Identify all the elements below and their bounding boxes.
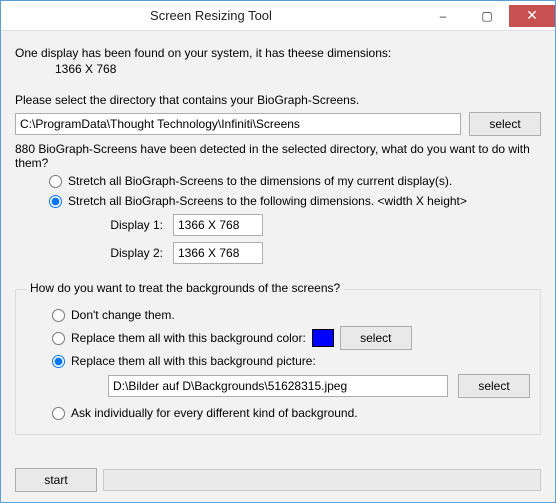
display2-row: Display 2: xyxy=(15,242,541,264)
bg-ask-label: Ask individually for every different kin… xyxy=(71,406,358,420)
bg-none-row: Don't change them. xyxy=(16,308,530,322)
bg-none-label: Don't change them. xyxy=(71,308,175,322)
minimize-button[interactable]: – xyxy=(421,5,465,27)
display2-label: Display 2: xyxy=(105,246,163,260)
bg-group-label: How do you want to treat the backgrounds… xyxy=(26,281,344,295)
close-button[interactable]: ✕ xyxy=(509,5,555,27)
display1-input[interactable] xyxy=(173,214,263,236)
dir-input[interactable] xyxy=(15,113,461,135)
window-title: Screen Resizing Tool xyxy=(1,8,421,23)
intro-line: One display has been found on your syste… xyxy=(15,46,541,60)
bg-picture-input[interactable] xyxy=(108,375,448,397)
stretch-custom-radio[interactable] xyxy=(49,195,62,208)
maximize-button[interactable]: ▢ xyxy=(465,5,509,27)
bg-picture-radio[interactable] xyxy=(52,355,65,368)
dir-row: select xyxy=(15,112,541,136)
window-buttons: – ▢ ✕ xyxy=(421,5,555,27)
bg-picture-row: Replace them all with this background pi… xyxy=(16,354,530,368)
stretch-current-label: Stretch all BioGraph-Screens to the dime… xyxy=(68,174,452,188)
display2-input[interactable] xyxy=(173,242,263,264)
bg-ask-row: Ask individually for every different kin… xyxy=(16,406,530,420)
intro-dims: 1366 X 768 xyxy=(15,62,541,76)
stretch-custom-row: Stretch all BioGraph-Screens to the foll… xyxy=(15,194,541,208)
bg-color-select-button[interactable]: select xyxy=(340,326,412,350)
dir-select-button[interactable]: select xyxy=(469,112,541,136)
bg-group: How do you want to treat the backgrounds… xyxy=(15,289,541,435)
bg-color-swatch xyxy=(312,329,334,347)
bg-color-label: Replace them all with this background co… xyxy=(71,331,306,345)
bg-color-radio[interactable] xyxy=(52,332,65,345)
stretch-current-radio[interactable] xyxy=(49,175,62,188)
bg-none-radio[interactable] xyxy=(52,309,65,322)
dir-prompt: Please select the directory that contain… xyxy=(15,93,541,107)
start-button[interactable]: start xyxy=(15,468,97,492)
client-area: One display has been found on your syste… xyxy=(1,31,555,502)
bg-color-row: Replace them all with this background co… xyxy=(16,326,530,350)
titlebar: Screen Resizing Tool – ▢ ✕ xyxy=(1,1,555,31)
bg-picture-path-row: select xyxy=(16,374,530,398)
display1-row: Display 1: xyxy=(15,214,541,236)
bg-ask-radio[interactable] xyxy=(52,407,65,420)
footer: start xyxy=(15,468,541,492)
display1-label: Display 1: xyxy=(105,218,163,232)
progress-bar xyxy=(103,469,541,491)
stretch-current-row: Stretch all BioGraph-Screens to the dime… xyxy=(15,174,541,188)
detect-line: 880 BioGraph-Screens have been detected … xyxy=(15,142,541,170)
stretch-custom-label: Stretch all BioGraph-Screens to the foll… xyxy=(68,194,467,208)
bg-picture-select-button[interactable]: select xyxy=(458,374,530,398)
bg-picture-label: Replace them all with this background pi… xyxy=(71,354,316,368)
